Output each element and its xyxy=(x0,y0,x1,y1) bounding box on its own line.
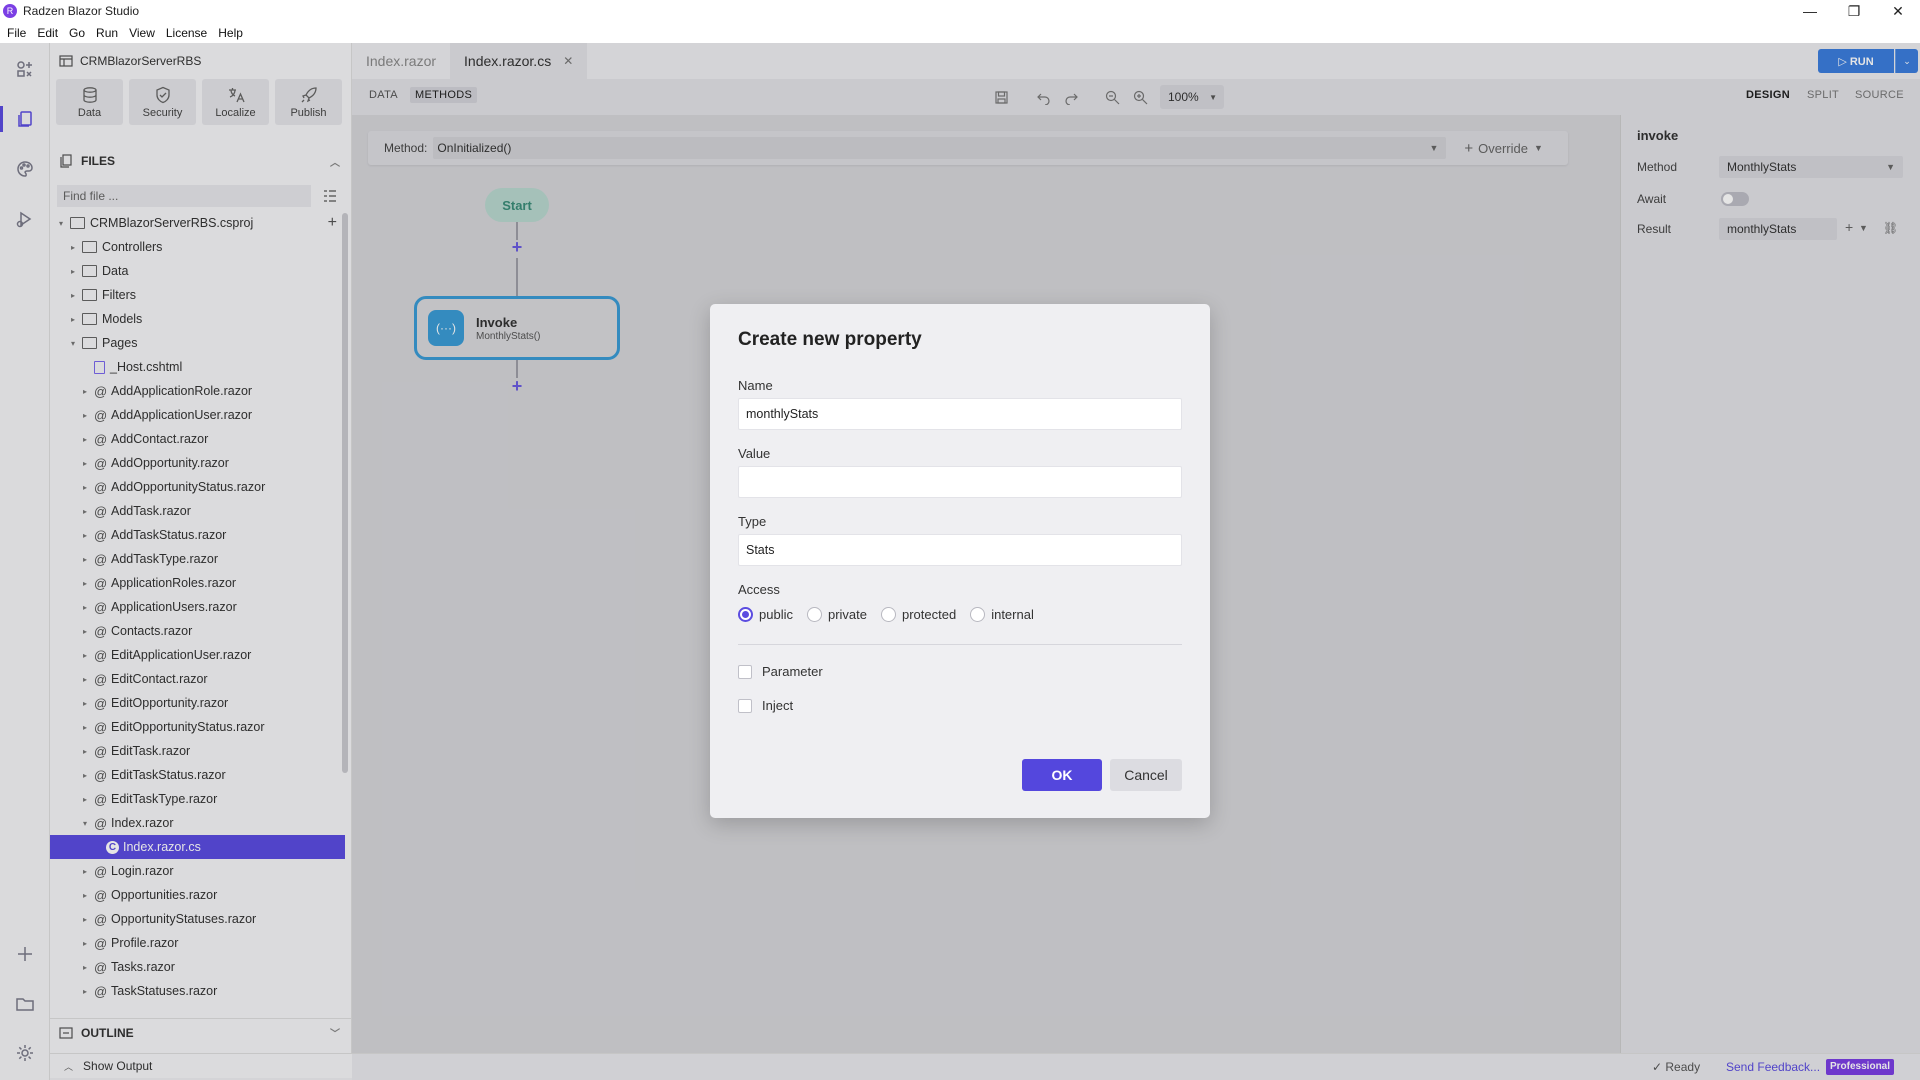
inject-option[interactable]: Inject xyxy=(738,698,793,713)
radio-label: private xyxy=(827,607,867,622)
dialog-title: Create new property xyxy=(738,329,922,350)
access-label: Access xyxy=(738,582,780,597)
parameter-option[interactable]: Parameter xyxy=(738,664,823,679)
value-input[interactable] xyxy=(738,466,1182,498)
access-public-option[interactable]: public xyxy=(738,607,793,622)
radio-internal[interactable] xyxy=(970,607,986,622)
restore-button[interactable]: ❐ xyxy=(1832,0,1876,22)
radio-protected[interactable] xyxy=(881,607,896,622)
create-property-dialog: Create new property Name Value Type Acce… xyxy=(710,304,1210,818)
inject-label: Inject xyxy=(762,698,794,713)
dialog-divider xyxy=(738,644,1182,645)
name-label: Name xyxy=(738,378,773,393)
parameter-label: Parameter xyxy=(762,664,823,679)
name-input[interactable] xyxy=(738,398,1182,430)
menu-edit[interactable]: Edit xyxy=(37,26,58,40)
minimize-button[interactable]: — xyxy=(1788,0,1832,22)
parameter-checkbox[interactable] xyxy=(738,664,752,679)
menu-go[interactable]: Go xyxy=(69,26,85,40)
app-logo-icon: R xyxy=(3,4,17,18)
menu-run[interactable]: Run xyxy=(96,26,118,40)
access-internal-option[interactable]: internal xyxy=(970,607,1034,622)
value-label: Value xyxy=(738,446,771,461)
cancel-button[interactable]: Cancel xyxy=(1110,759,1182,791)
type-input[interactable] xyxy=(738,534,1182,566)
access-radio-group: public private protected internal xyxy=(738,607,1048,622)
access-protected-option[interactable]: protected xyxy=(881,607,956,622)
window-controls: — ❐ ✕ xyxy=(1788,0,1920,22)
menu-view[interactable]: View xyxy=(129,26,155,40)
radio-label: public xyxy=(759,607,793,622)
ok-button[interactable]: OK xyxy=(1022,759,1102,791)
access-private-option[interactable]: private xyxy=(806,607,867,622)
radio-label: internal xyxy=(991,607,1034,622)
close-window-button[interactable]: ✕ xyxy=(1876,0,1920,22)
radio-private[interactable] xyxy=(806,607,822,622)
title-bar: R Radzen Blazor Studio — ❐ ✕ xyxy=(0,0,1920,22)
menu-license[interactable]: License xyxy=(166,26,207,40)
type-label: Type xyxy=(738,514,767,529)
radio-public[interactable] xyxy=(738,607,753,622)
inject-checkbox[interactable] xyxy=(738,698,752,713)
menu-bar: File Edit Go Run View License Help xyxy=(0,22,1920,43)
menu-file[interactable]: File xyxy=(7,26,26,40)
radio-label: protected xyxy=(902,607,957,622)
app-title: Radzen Blazor Studio xyxy=(23,4,140,18)
menu-help[interactable]: Help xyxy=(218,26,243,40)
